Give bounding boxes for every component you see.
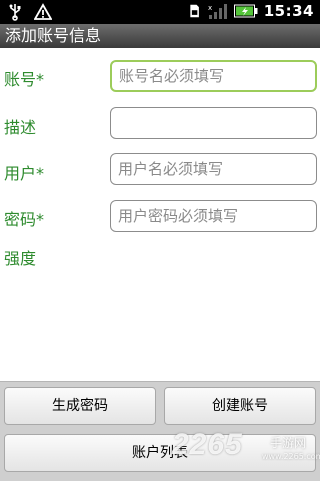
- account-input[interactable]: 账号名必须填写: [110, 60, 317, 92]
- usb-icon: [9, 4, 21, 21]
- battery-icon: [233, 4, 258, 18]
- status-time: 15:34: [263, 2, 314, 20]
- strength-label: 强度: [4, 249, 37, 268]
- page-title: 添加账号信息: [0, 24, 320, 48]
- svg-text:x: x: [208, 4, 212, 12]
- status-bar: x 15:34: [0, 0, 320, 24]
- watermark-site: 手游网: [270, 436, 307, 450]
- user-label: 用户*: [4, 164, 45, 183]
- description-label: 描述: [4, 118, 37, 137]
- warning-icon: [34, 3, 52, 20]
- watermark-logo: 2265: [172, 428, 243, 461]
- sim-card-icon: [190, 4, 199, 18]
- generate-password-button[interactable]: 生成密码: [4, 387, 156, 425]
- password-label: 密码*: [4, 210, 45, 229]
- user-input[interactable]: 用户名必须填写: [110, 153, 317, 185]
- account-label: 账号*: [4, 70, 45, 89]
- status-right-icons: x 15:34: [188, 2, 314, 20]
- password-input[interactable]: 用户密码必须填写: [110, 200, 317, 232]
- signal-icon: x: [208, 4, 227, 19]
- status-left-icons: [6, 3, 52, 21]
- description-input[interactable]: [110, 107, 317, 139]
- watermark-url: www.2265.com: [262, 452, 320, 461]
- create-account-button[interactable]: 创建账号: [164, 387, 316, 425]
